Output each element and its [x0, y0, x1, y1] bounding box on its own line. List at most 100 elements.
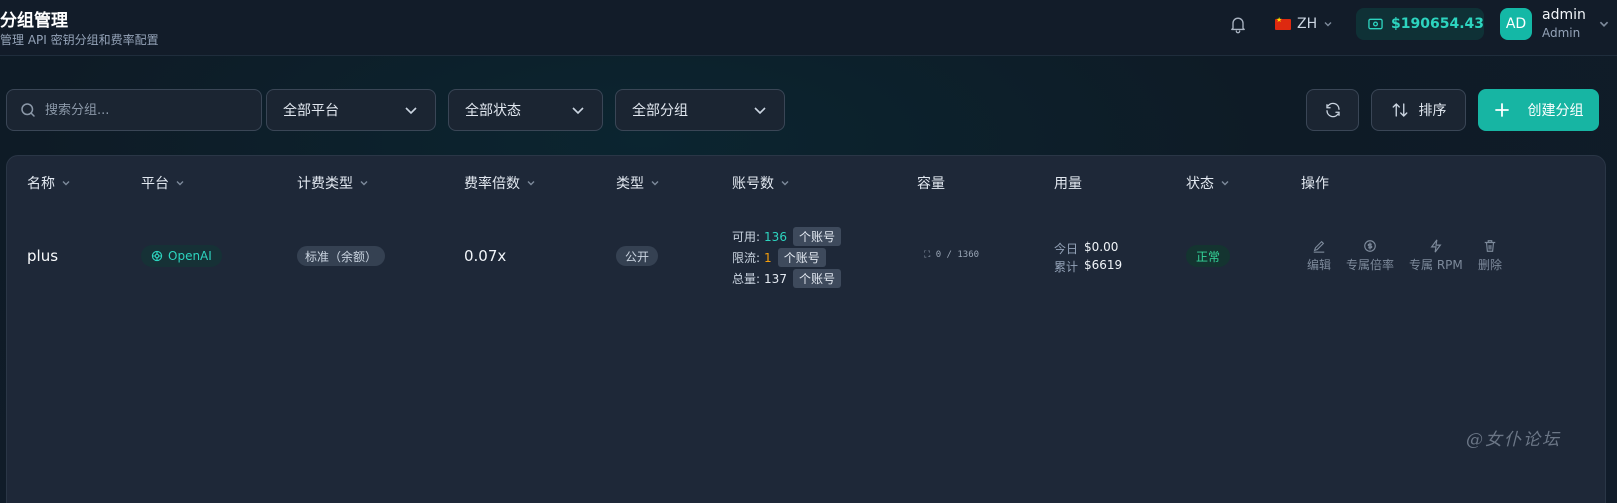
- rate-multiplier: 0.07x: [464, 247, 507, 265]
- edit-button[interactable]: 编辑: [1307, 239, 1331, 273]
- chevron-down-icon: [360, 181, 368, 186]
- accounts-available: 可用: 136 个账号: [732, 227, 841, 246]
- capacity-value: ⛶ 0 / 1360: [924, 250, 980, 260]
- group-type-badge: 公开: [616, 246, 659, 266]
- accounts-unit-tag: 个账号: [792, 227, 841, 246]
- accounts-total: 总量: 137 个账号: [732, 269, 841, 288]
- column-header-usage: 用量: [1054, 173, 1082, 193]
- column-header-name[interactable]: 名称: [27, 173, 71, 193]
- china-flag-icon: [1275, 16, 1291, 30]
- accounts-limited: 限流: 1 个账号: [732, 248, 826, 267]
- usage-total: 累计 $6619: [1054, 258, 1122, 275]
- status-badge: 正常: [1186, 245, 1231, 267]
- create-group-label: 创建分组: [1527, 103, 1584, 119]
- column-header-billing-type[interactable]: 计费类型: [297, 173, 369, 193]
- wallet-icon: [1368, 18, 1383, 30]
- search-icon: [21, 103, 35, 117]
- balance-amount: $190654.43: [1391, 16, 1484, 32]
- chevron-down-icon: [62, 181, 70, 186]
- custom-rpm-button[interactable]: 专属 RPM: [1409, 239, 1463, 273]
- custom-rate-button[interactable]: 专属倍率: [1346, 239, 1394, 273]
- usage-total-value: $6619: [1084, 258, 1123, 272]
- search-box[interactable]: [6, 89, 262, 131]
- sort-arrows-icon: [1392, 103, 1407, 117]
- language-selector[interactable]: ZH: [1275, 12, 1333, 36]
- accounts-limited-label: 限流:: [732, 251, 761, 265]
- status-filter-label: 全部状态: [465, 103, 521, 119]
- column-header-type[interactable]: 类型: [616, 173, 660, 193]
- refresh-icon: [1325, 102, 1340, 118]
- usage-today: 今日 $0.00: [1054, 240, 1118, 257]
- column-header-label: 容量: [917, 176, 945, 192]
- chevron-down-icon: [1324, 22, 1332, 27]
- user-role: Admin: [1542, 26, 1581, 40]
- column-header-label: 类型: [616, 176, 644, 192]
- column-header-label: 用量: [1054, 176, 1082, 192]
- column-header-accounts[interactable]: 账号数: [732, 173, 790, 193]
- accounts-available-count: 136: [764, 229, 787, 244]
- chevron-down-icon: [527, 181, 535, 186]
- billing-type-badge: 标准（余额）: [297, 246, 386, 266]
- app-root: 分组管理 管理 API 密钥分组和费率配置 ZH $190654.43 AD a…: [0, 0, 1617, 503]
- accounts-total-label: 总量:: [732, 272, 761, 286]
- usage-today-value: $0.00: [1084, 240, 1119, 254]
- custom-rpm-label: 专属 RPM: [1409, 258, 1463, 272]
- balance-display[interactable]: $190654.43: [1356, 8, 1484, 40]
- search-input[interactable]: [45, 102, 245, 118]
- column-header-label: 名称: [27, 176, 55, 192]
- create-group-button[interactable]: 创建分组: [1478, 89, 1599, 131]
- delete-label: 删除: [1478, 258, 1503, 272]
- edit-icon: [1313, 240, 1325, 253]
- column-header-label: 状态: [1186, 176, 1214, 192]
- group-filter-select[interactable]: 全部分组: [615, 89, 785, 131]
- column-header-label: 操作: [1301, 176, 1329, 192]
- edit-label: 编辑: [1307, 258, 1332, 272]
- openai-icon: [151, 250, 163, 262]
- page-subtitle: 管理 API 密钥分组和费率配置: [0, 33, 159, 47]
- notification-bell-icon[interactable]: [1228, 14, 1248, 34]
- lightning-icon: [1430, 239, 1442, 253]
- column-header-capacity: 容量: [917, 173, 945, 193]
- sort-button[interactable]: 排序: [1371, 89, 1466, 131]
- column-header-label: 计费类型: [297, 176, 353, 192]
- platform-label: OpenAI: [168, 249, 212, 263]
- chevron-down-icon: [754, 107, 766, 115]
- avatar[interactable]: AD: [1500, 8, 1532, 40]
- page-title: 分组管理: [0, 11, 68, 31]
- chevron-down-icon: [405, 107, 417, 115]
- trash-icon: [1484, 240, 1496, 252]
- column-header-platform[interactable]: 平台: [141, 173, 185, 193]
- chevron-down-icon: [572, 107, 584, 115]
- user-menu-chevron-icon[interactable]: [1598, 18, 1610, 30]
- accounts-limited-count: 1: [764, 250, 772, 265]
- group-name: plus: [27, 247, 59, 265]
- column-header-label: 账号数: [732, 176, 774, 192]
- column-header-label: 平台: [141, 176, 169, 192]
- chevron-down-icon: [1221, 181, 1229, 186]
- platform-filter-select[interactable]: 全部平台: [266, 89, 436, 131]
- chevron-down-icon: [781, 181, 789, 186]
- column-header-rate[interactable]: 费率倍数: [464, 173, 536, 193]
- platform-badge: OpenAI: [141, 245, 222, 267]
- column-header-actions: 操作: [1301, 173, 1329, 193]
- status-filter-select[interactable]: 全部状态: [448, 89, 603, 131]
- top-header: 分组管理 管理 API 密钥分组和费率配置 ZH $190654.43 AD a…: [0, 0, 1617, 56]
- usage-total-label: 累计: [1054, 260, 1079, 274]
- accounts-unit-tag: 个账号: [792, 269, 841, 288]
- column-header-label: 费率倍数: [464, 176, 520, 192]
- usage-today-label: 今日: [1054, 242, 1079, 256]
- plus-icon: [1494, 103, 1509, 117]
- watermark: @女仆论坛: [1466, 430, 1561, 450]
- refresh-button[interactable]: [1306, 89, 1359, 131]
- language-label: ZH: [1297, 16, 1318, 32]
- delete-button[interactable]: 删除: [1478, 239, 1502, 273]
- platform-filter-label: 全部平台: [283, 103, 339, 119]
- user-name[interactable]: admin: [1542, 7, 1586, 23]
- chevron-down-icon: [176, 181, 184, 186]
- custom-rate-label: 专属倍率: [1346, 258, 1395, 272]
- column-header-status[interactable]: 状态: [1186, 173, 1230, 193]
- accounts-total-count: 137: [764, 271, 787, 286]
- groups-table-card: [6, 155, 1606, 503]
- chevron-down-icon: [651, 181, 659, 186]
- sort-label: 排序: [1418, 103, 1447, 119]
